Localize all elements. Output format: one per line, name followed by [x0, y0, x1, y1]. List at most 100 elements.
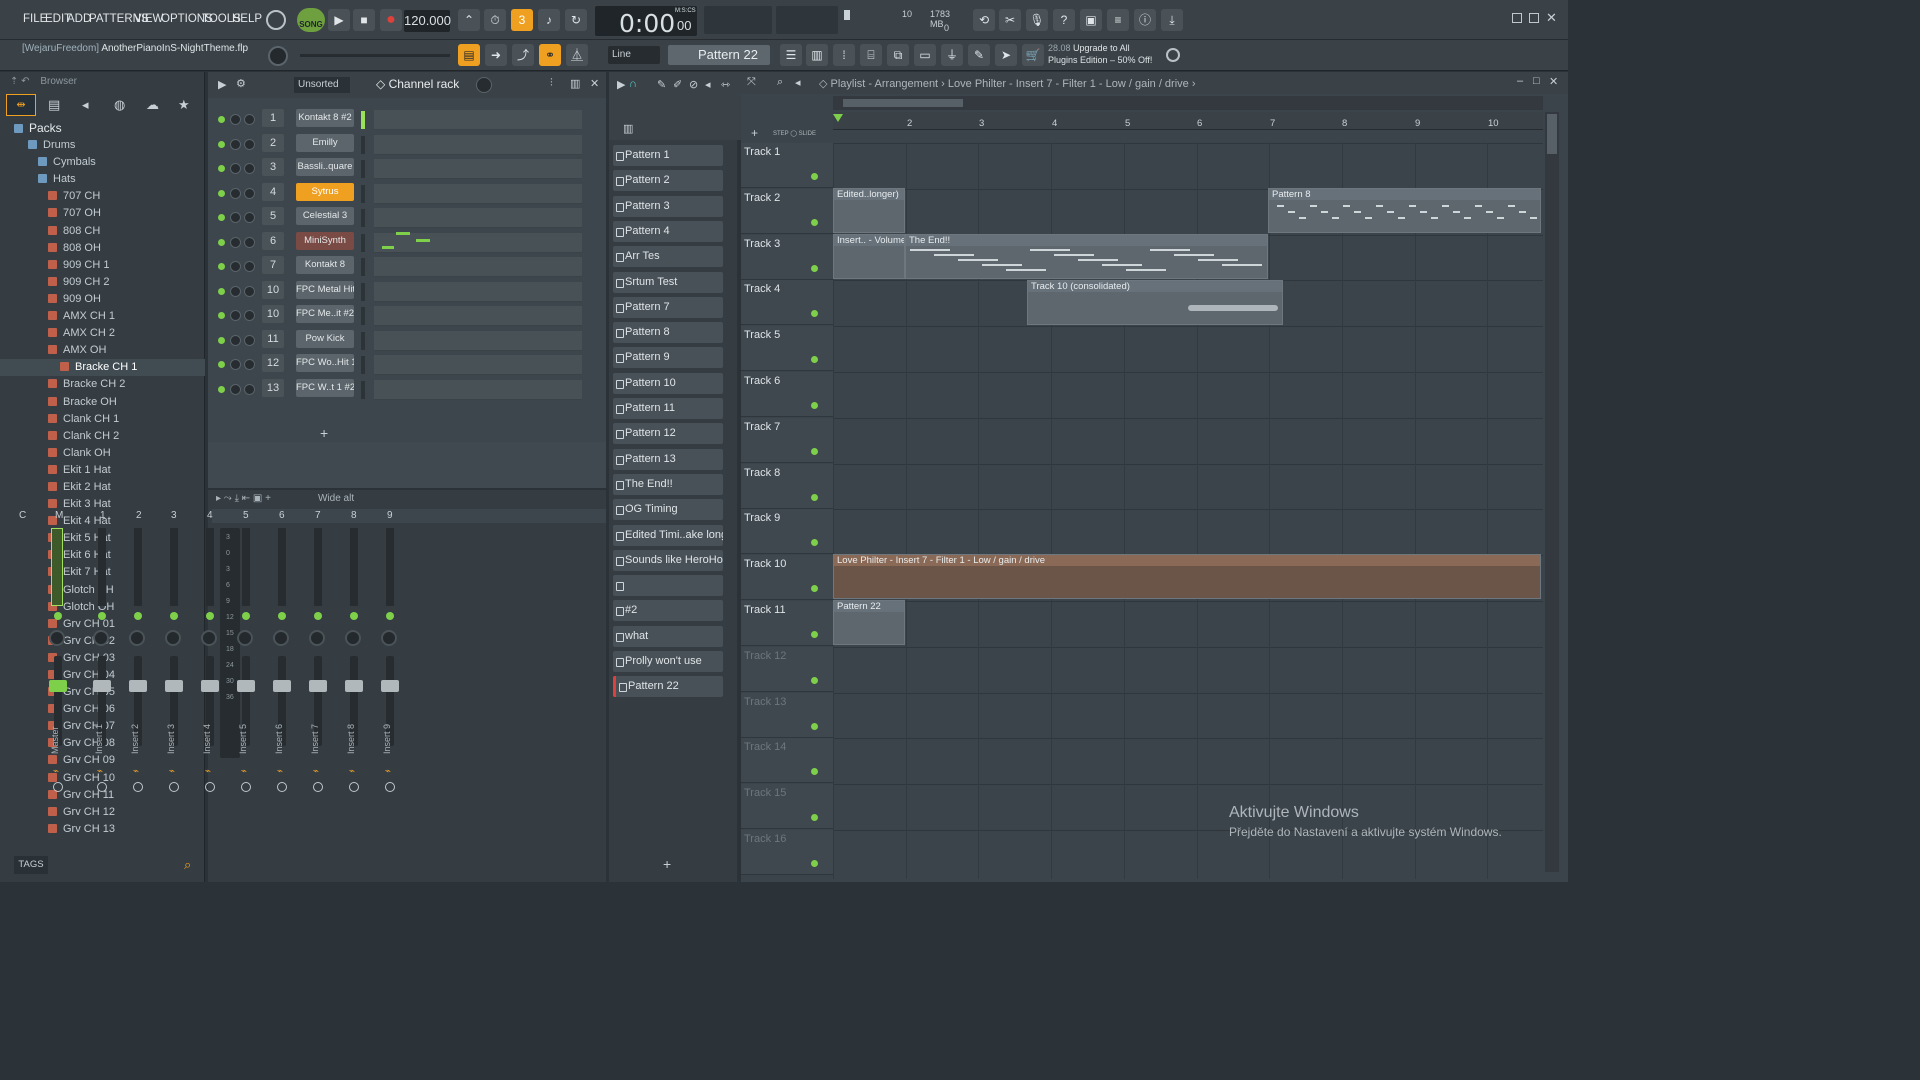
pattern-item[interactable]: OG Timing [613, 499, 723, 521]
track-header[interactable]: Track 8 [741, 463, 833, 509]
mixer-strip[interactable]: Insert 5 ⌁ [232, 528, 262, 858]
strip-record-icon[interactable] [97, 782, 107, 792]
info-icon[interactable]: ⓘ [1134, 9, 1156, 31]
clip-pattern8[interactable]: Pattern 8 [1268, 188, 1541, 233]
plugin-icon[interactable]: ⏚ [941, 44, 963, 66]
microphone-icon[interactable]: 🎙 [1026, 9, 1048, 31]
channel-pan-knob[interactable] [230, 237, 241, 248]
channel-mixer-track[interactable]: 13 [262, 379, 284, 397]
track-header[interactable]: Track 3 [741, 234, 833, 280]
delete-tool-icon[interactable]: ⊘ [689, 78, 698, 91]
channel-select-indicator[interactable] [361, 258, 365, 276]
channel-name-button[interactable]: Sytrus [296, 183, 354, 201]
channel-mixer-track[interactable]: 11 [262, 330, 284, 348]
browser-star-icon[interactable]: ★ [178, 97, 190, 113]
slide-label[interactable]: SLIDE [799, 131, 816, 137]
add-track-button[interactable]: + [751, 126, 758, 140]
channel-enable-led[interactable] [218, 361, 225, 368]
arrow-icon[interactable]: ➤ [995, 44, 1017, 66]
channel-enable-led[interactable] [218, 165, 225, 172]
channel-select-indicator[interactable] [361, 160, 365, 178]
mixer-header-label[interactable]: 3 [171, 509, 177, 523]
strip-volume-fader[interactable] [93, 680, 111, 692]
channel-name-button[interactable]: FPC W..t 1 #2 [296, 379, 354, 397]
channel-steps[interactable] [374, 257, 582, 277]
channel-volume-knob[interactable] [244, 359, 255, 370]
ruler-bar-number[interactable]: 7 [1270, 118, 1275, 129]
track-header[interactable]: Track 4 [741, 280, 833, 326]
channel-steps[interactable] [374, 110, 582, 130]
mixer-preset[interactable]: Wide alt [318, 493, 354, 504]
channel-select-indicator[interactable] [361, 307, 365, 325]
channel-row[interactable]: 2 Emilly [208, 134, 606, 156]
close-button[interactable]: ✕ [1546, 10, 1557, 26]
channel-pan-knob[interactable] [230, 384, 241, 395]
metronome-button[interactable]: ⌃ [458, 9, 480, 31]
metronome-icon[interactable]: ⏅ [566, 44, 588, 66]
piano-roll-toggle-icon[interactable]: ▥ [570, 77, 580, 90]
project-icon[interactable]: ▭ [914, 44, 936, 66]
track-header[interactable]: Track 7 [741, 417, 833, 463]
undo-history-icon[interactable]: ⟲ [973, 9, 995, 31]
tools-icon[interactable]: ✎ [968, 44, 990, 66]
channel-steps[interactable] [374, 380, 582, 400]
strip-record-icon[interactable] [277, 782, 287, 792]
strip-volume-fader[interactable] [165, 680, 183, 692]
channel-steps[interactable] [374, 331, 582, 351]
minimize-button[interactable] [1512, 13, 1522, 23]
strip-enable-led[interactable] [98, 612, 106, 620]
pattern-item[interactable]: The End!! [613, 473, 723, 495]
strip-pan-knob[interactable] [381, 630, 397, 646]
channel-volume-knob[interactable] [244, 114, 255, 125]
channel-steps[interactable] [374, 233, 582, 253]
zoom-tool-icon[interactable]: ⌕ [777, 76, 783, 89]
strip-enable-led[interactable] [134, 612, 142, 620]
tempo-display[interactable]: 120.000 [404, 10, 451, 32]
channel-volume-knob[interactable] [244, 188, 255, 199]
wait-input-button[interactable]: ⏱ [484, 9, 506, 31]
ruler-bar-number[interactable]: 5 [1125, 118, 1130, 129]
channel-steps[interactable] [374, 135, 582, 155]
channel-pan-knob[interactable] [230, 188, 241, 199]
channel-filter-dropdown[interactable]: Unsorted [294, 77, 350, 93]
pattern-item[interactable]: Pattern 22 [613, 676, 723, 698]
mixer-strip[interactable]: Insert 6 ⌁ [268, 528, 298, 858]
tags-button[interactable]: TAGS [14, 856, 48, 874]
save-icon[interactable]: ▣ [1080, 9, 1102, 31]
cut-tool-icon[interactable]: ✂ [999, 9, 1021, 31]
select-tool-icon[interactable]: ⤧ [747, 76, 756, 89]
channel-enable-led[interactable] [218, 141, 225, 148]
clip-love-philter-automation[interactable]: Love Philter - Insert 7 - Filter 1 - Low… [833, 554, 1541, 599]
channel-select-indicator[interactable] [361, 332, 365, 350]
browser-item[interactable]: AMX CH 1 [0, 308, 205, 325]
channel-mixer-track[interactable]: 6 [262, 232, 284, 250]
browser-item[interactable]: Cymbals [0, 154, 205, 171]
browser-item[interactable]: 909 CH 1 [0, 257, 205, 274]
menu-item-view[interactable]: VIEW [134, 13, 163, 25]
strip-fx-icon[interactable]: ⌁ [133, 766, 139, 777]
pattern-item[interactable]: Edited Timi..ake longer) [613, 524, 723, 546]
track-mute-led[interactable] [811, 310, 818, 318]
ruler-bar-number[interactable]: 8 [1342, 118, 1347, 129]
strip-volume-fader[interactable] [381, 680, 399, 692]
channel-rack-icon[interactable]: ☰ [780, 44, 802, 66]
paint-tool-icon[interactable]: ✐ [673, 78, 682, 91]
mixer-header-label[interactable]: 8 [351, 509, 357, 523]
ruler-bar-number[interactable]: 10 [1488, 118, 1499, 129]
channel-volume-knob[interactable] [244, 384, 255, 395]
strip-fx-icon[interactable]: ⌁ [169, 766, 175, 777]
mixer-header-label[interactable]: 2 [136, 509, 142, 523]
browser-item[interactable]: Clank OH [0, 445, 205, 462]
channel-volume-knob[interactable] [244, 212, 255, 223]
slip-tool-icon[interactable]: ⇿ [721, 78, 730, 91]
pattern-item[interactable]: Pattern 10 [613, 372, 723, 394]
strip-pan-knob[interactable] [129, 630, 145, 646]
pattern-item[interactable]: Pattern 12 [613, 423, 723, 445]
channel-mixer-track[interactable]: 4 [262, 183, 284, 201]
browser-item[interactable]: Clank CH 1 [0, 411, 205, 428]
pattern-item[interactable]: Pattern 4 [613, 220, 723, 242]
strip-record-icon[interactable] [313, 782, 323, 792]
clip-automation[interactable]: Insert.. - Volume [833, 234, 905, 279]
channel-select-indicator[interactable] [361, 356, 365, 374]
channel-volume-knob[interactable] [244, 310, 255, 321]
